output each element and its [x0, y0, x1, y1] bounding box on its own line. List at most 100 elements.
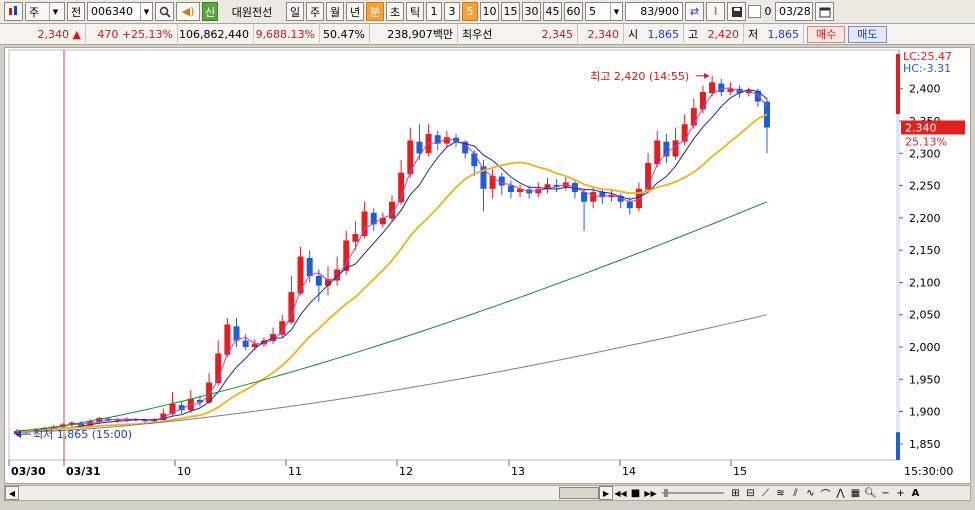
- candle-up[interactable]: [690, 108, 697, 126]
- candle-down[interactable]: [498, 176, 505, 186]
- candle-down[interactable]: [315, 275, 322, 286]
- interval-30[interactable]: 30: [522, 2, 541, 21]
- candle-up[interactable]: [297, 256, 304, 294]
- candle-up[interactable]: [407, 140, 414, 174]
- stop-button[interactable]: ■: [628, 486, 643, 500]
- crosshair-icon[interactable]: ⊞: [728, 486, 743, 500]
- candle-down[interactable]: [663, 141, 670, 157]
- grid-icon[interactable]: ▦: [848, 486, 863, 500]
- price-chart[interactable]: 2,4002,3502,3002,2502,2002,1502,1002,050…: [4, 47, 971, 484]
- scroll-thumb[interactable]: [559, 487, 599, 499]
- zoom-out-button[interactable]: −: [878, 486, 893, 500]
- candle-up[interactable]: [672, 140, 679, 157]
- candle-down[interactable]: [242, 340, 249, 348]
- candle-up[interactable]: [727, 88, 734, 92]
- candle-down[interactable]: [626, 201, 633, 209]
- prev-page-button[interactable]: ◀◀: [613, 486, 628, 500]
- scroll-track[interactable]: [19, 486, 599, 500]
- candle-down[interactable]: [416, 141, 423, 154]
- volume-percent: 9,688.13%: [254, 23, 320, 45]
- candle-up[interactable]: [352, 234, 359, 242]
- candle-down[interactable]: [507, 185, 514, 193]
- candle-down[interactable]: [754, 90, 761, 102]
- axis-marker-blue: [896, 432, 900, 460]
- candle-down[interactable]: [233, 326, 240, 341]
- period-tick[interactable]: 틱: [406, 2, 424, 21]
- period-year[interactable]: 년: [346, 2, 364, 21]
- candle-up[interactable]: [288, 292, 295, 323]
- calendar-icon[interactable]: [815, 2, 834, 21]
- candle-up[interactable]: [590, 192, 597, 202]
- best-ask: 2,345: [541, 27, 574, 41]
- low-label: 저: [748, 28, 759, 41]
- low-price: 1,865: [767, 27, 800, 41]
- indicator-icon[interactable]: ⌇: [706, 2, 725, 21]
- x-tick-label: 03/31: [66, 465, 101, 478]
- chart-scrollbar[interactable]: ◀ ▶ ◀◀ ■ ▶▶ ⊞ ⊟ ⟋ ≋ ⫽ ∿ ⌒ ⋀ ▦ 🔍︎ − + A: [4, 485, 971, 501]
- date-checkbox[interactable]: [748, 5, 761, 18]
- interval-15[interactable]: 15: [501, 2, 520, 21]
- zoom-search-icon[interactable]: 🔍︎: [863, 486, 878, 500]
- hc-label: HC:-3.31: [903, 62, 951, 75]
- interval-5[interactable]: 5: [462, 2, 478, 21]
- candle-up[interactable]: [489, 175, 496, 189]
- trend-tool-icon[interactable]: ⊟: [743, 486, 758, 500]
- candle-up[interactable]: [425, 133, 432, 154]
- chart-window: 주 ▼ 전 006340 ▼ ◀) 신 대원전선 일 주 월 년 분 초 틱 1…: [0, 0, 975, 510]
- candle-up[interactable]: [699, 91, 706, 110]
- zoom-in-button[interactable]: +: [893, 486, 908, 500]
- text-tool-button[interactable]: A: [908, 486, 923, 500]
- sell-button[interactable]: 매도: [848, 25, 887, 43]
- range-slider-icon[interactable]: [658, 486, 728, 500]
- period-minute[interactable]: 분: [366, 2, 384, 21]
- line-tool-icon[interactable]: ⟋: [758, 486, 773, 500]
- candle-down[interactable]: [471, 153, 478, 167]
- next-page-button[interactable]: ▶▶: [643, 486, 658, 500]
- open-label: 시: [628, 28, 639, 41]
- candlestick-chart[interactable]: 2,4002,3502,3002,2502,2002,1502,1002,050…: [5, 48, 970, 483]
- period-second[interactable]: 초: [386, 2, 404, 21]
- interval-45[interactable]: 45: [543, 2, 562, 21]
- period-day[interactable]: 일: [286, 2, 304, 21]
- candle-down[interactable]: [718, 83, 725, 92]
- y-tick-label: 1,850: [909, 438, 941, 451]
- interval-10[interactable]: 10: [480, 2, 499, 21]
- scroll-right-button[interactable]: ▶: [599, 486, 613, 500]
- scope-button[interactable]: 전: [67, 2, 85, 21]
- interval-1[interactable]: 1: [426, 2, 442, 21]
- interval-60[interactable]: 60: [564, 2, 583, 21]
- price-change: 470: [97, 27, 119, 41]
- candle-down[interactable]: [581, 192, 588, 202]
- period-month[interactable]: 월: [326, 2, 344, 21]
- channel-icon[interactable]: ⫽: [788, 486, 803, 500]
- chevron-down-icon: ▼: [140, 3, 152, 20]
- company-name: 대원전선: [231, 5, 273, 19]
- candle-down[interactable]: [306, 257, 313, 276]
- buy-button[interactable]: 매수: [807, 25, 846, 43]
- sound-button[interactable]: ◀): [176, 2, 200, 21]
- chart-type-icon[interactable]: [4, 2, 23, 21]
- y-tick-label: 2,400: [909, 83, 941, 96]
- search-icon[interactable]: [155, 2, 174, 21]
- candle-up[interactable]: [681, 124, 688, 142]
- axis-marker-red: [896, 54, 900, 114]
- y-tick-label: 2,050: [909, 309, 941, 322]
- market-select[interactable]: 주 ▼: [25, 2, 65, 21]
- arc-icon[interactable]: ⌒: [818, 486, 833, 501]
- candle-up[interactable]: [654, 140, 661, 165]
- date-input[interactable]: 03/28: [775, 2, 813, 21]
- interval-3[interactable]: 3: [444, 2, 460, 21]
- fibonacci-icon[interactable]: ≋: [773, 486, 788, 500]
- code-input[interactable]: 006340 ▼: [87, 2, 153, 21]
- x-tick-label: 03/30: [11, 465, 46, 478]
- scroll-left-button[interactable]: ◀: [5, 486, 19, 500]
- x-tick-label: 13: [511, 465, 525, 478]
- save-icon[interactable]: [727, 2, 746, 21]
- link-icon[interactable]: ⇄: [685, 2, 704, 21]
- count-input[interactable]: 83 /900: [625, 2, 683, 21]
- period-week[interactable]: 주: [306, 2, 324, 21]
- cycle-icon[interactable]: ∿: [803, 486, 818, 500]
- candle-up[interactable]: [709, 82, 716, 94]
- fan-icon[interactable]: ⋀: [833, 486, 848, 500]
- interval-custom-select[interactable]: 5 ▼: [585, 2, 623, 21]
